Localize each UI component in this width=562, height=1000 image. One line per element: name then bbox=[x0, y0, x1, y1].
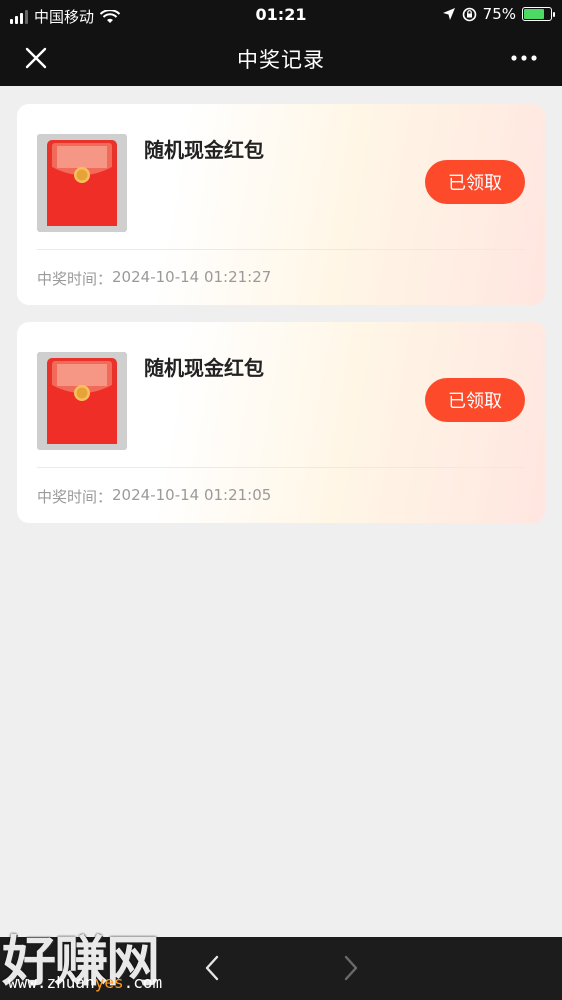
chevron-left-icon[interactable] bbox=[198, 953, 228, 983]
claimed-button[interactable]: 已领取 bbox=[425, 378, 525, 422]
divider bbox=[37, 249, 525, 250]
prize-name: 随机现金红包 bbox=[144, 356, 264, 380]
watermark-url: www.zhuanyes.com bbox=[8, 973, 162, 992]
red-envelope-image bbox=[37, 134, 127, 232]
status-bar: 中国移动 01:21 75% bbox=[0, 0, 562, 30]
more-dots-icon[interactable] bbox=[508, 46, 540, 70]
win-time-label: 中奖时间： bbox=[37, 270, 113, 288]
win-time: 中奖时间： 2024-10-14 01:21:05 bbox=[37, 486, 271, 507]
record-list: 随机现金红包 已领取 中奖时间： 2024-10-14 01:21:27 随机现… bbox=[17, 104, 545, 540]
chevron-right-icon[interactable] bbox=[335, 953, 365, 983]
prize-name: 随机现金红包 bbox=[144, 138, 264, 162]
orientation-lock-icon bbox=[462, 7, 476, 21]
page-title: 中奖记录 bbox=[237, 48, 325, 72]
red-envelope-image bbox=[37, 352, 127, 450]
location-icon bbox=[442, 8, 455, 20]
watermark-url-highlight: yes bbox=[94, 973, 124, 992]
status-right: 75% bbox=[442, 5, 555, 23]
claimed-button[interactable]: 已领取 bbox=[425, 160, 525, 204]
divider bbox=[37, 467, 525, 468]
watermark: 好赚网 www.zhuanyes.com bbox=[2, 917, 194, 997]
battery-percent: 75% bbox=[482, 5, 516, 23]
win-time-label: 中奖时间： bbox=[37, 488, 113, 506]
record-card: 随机现金红包 已领取 中奖时间： 2024-10-14 01:21:27 bbox=[17, 104, 545, 305]
win-time-value: 2024-10-14 01:21:05 bbox=[112, 486, 272, 504]
win-time-value: 2024-10-14 01:21:27 bbox=[112, 268, 272, 286]
nav-bar: 中奖记录 bbox=[0, 30, 562, 86]
battery-icon bbox=[522, 7, 555, 21]
win-time: 中奖时间： 2024-10-14 01:21:27 bbox=[37, 268, 271, 289]
record-card: 随机现金红包 已领取 中奖时间： 2024-10-14 01:21:05 bbox=[17, 322, 545, 523]
watermark-url-prefix: www.zhuan bbox=[8, 973, 95, 992]
watermark-url-suffix: .com bbox=[123, 973, 163, 992]
